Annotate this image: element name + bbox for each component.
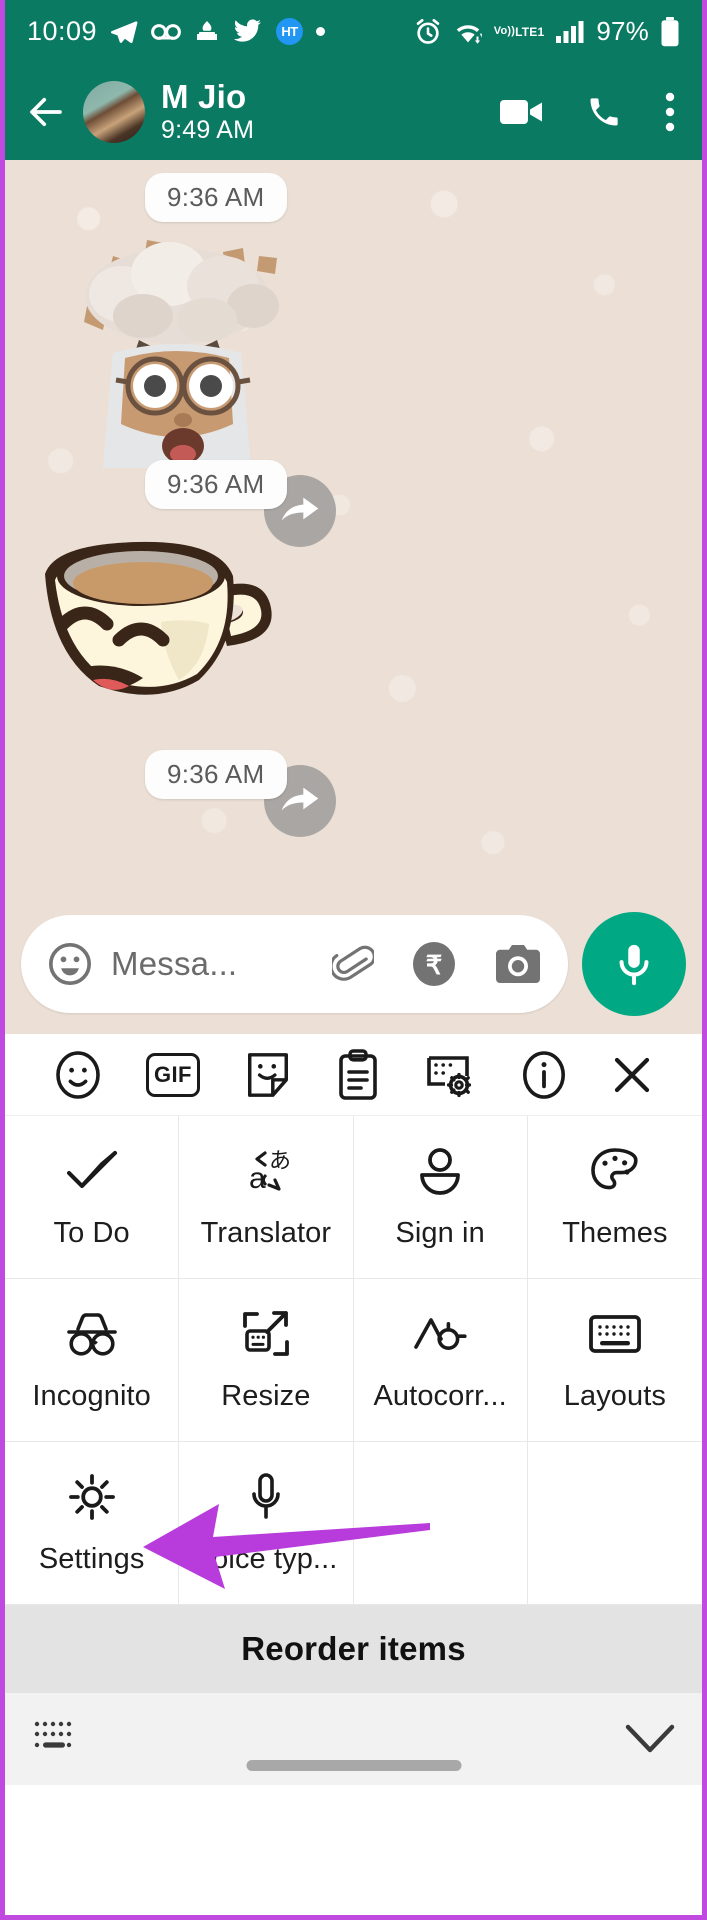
phone-screen: 10:09 HT Vo)) LTE1 97% M Jio 9:49 AM 9:3… [0, 0, 707, 1920]
resize-icon [239, 1308, 293, 1360]
keyboard-toolbar: GIF [5, 1034, 702, 1116]
mind-blown-memoji-sticker[interactable] [47, 218, 307, 473]
gesture-home-bar[interactable] [246, 1760, 461, 1771]
grid-item-resize[interactable]: Resize [179, 1279, 354, 1442]
status-bar-left: 10:09 HT [27, 16, 326, 47]
status-bar: 10:09 HT Vo)) LTE1 97% [5, 0, 702, 63]
gif-icon[interactable]: GIF [145, 1052, 200, 1097]
battery-percent: 97% [596, 16, 649, 46]
grid-item-label: Voice typ... [194, 1542, 338, 1575]
reorder-items-label: Reorder items [241, 1630, 466, 1667]
camera-icon[interactable] [494, 943, 542, 985]
autocorrect-icon [412, 1308, 468, 1360]
mosque-app-icon [194, 19, 220, 45]
grid-item-to-do[interactable]: To Do [5, 1116, 180, 1279]
smiling-coffee-cup-sticker[interactable] [27, 528, 289, 713]
voice-record-button[interactable] [582, 912, 686, 1016]
status-bar-right: Vo)) LTE1 97% [414, 16, 680, 47]
grid-item-label: Layouts [563, 1379, 667, 1412]
grid-item-sign-in[interactable]: Sign in [353, 1116, 528, 1279]
incognito-icon [64, 1308, 120, 1360]
volte-icon: Vo)) LTE1 [493, 24, 545, 39]
voicemail-icon [151, 21, 181, 43]
grid-item-empty [353, 1442, 528, 1605]
grid-item-empty [527, 1442, 702, 1605]
wifi-icon [453, 19, 483, 45]
info-icon[interactable] [521, 1049, 567, 1101]
emoji-icon[interactable] [53, 1049, 103, 1101]
grid-item-label: Sign in [395, 1216, 485, 1249]
message-composer: Messa... ₹ [5, 894, 702, 1034]
notification-dot-icon [316, 27, 326, 36]
keyboard-layouts-icon [587, 1308, 643, 1360]
svg-text:₹: ₹ [426, 950, 443, 980]
status-clock: 10:09 [27, 16, 98, 46]
chevron-down-icon[interactable] [624, 1722, 676, 1756]
ht-news-badge: HT [276, 18, 304, 45]
message-input-container[interactable]: Messa... ₹ [21, 915, 568, 1013]
svg-text:あ: あ [269, 1149, 291, 1174]
header-actions [500, 91, 682, 133]
keyboard-bottom-bar [5, 1693, 702, 1785]
keyboard-panel: GIF To Do a あ Translator Sign in Themes … [5, 1034, 702, 1785]
todo-check-icon [65, 1145, 119, 1197]
telegram-icon [110, 18, 138, 46]
chat-app-header: M Jio 9:49 AM [5, 63, 702, 160]
grid-item-translator[interactable]: aあ Translator [179, 1116, 354, 1279]
gear-icon [67, 1471, 117, 1523]
message-input[interactable]: Messa... [111, 945, 322, 983]
avatar[interactable] [83, 80, 145, 143]
grid-item-label: Autocorr... [373, 1379, 507, 1412]
chat-title-block[interactable]: M Jio 9:49 AM [161, 78, 255, 144]
grid-item-layouts[interactable]: Layouts [527, 1279, 702, 1442]
keyboard-feature-grid: To Do aあ Translator Sign in Themes Incog… [5, 1116, 702, 1605]
person-icon [415, 1145, 465, 1197]
grid-item-label: Incognito [32, 1379, 151, 1412]
grid-item-label: Translator [200, 1216, 332, 1249]
grid-item-incognito[interactable]: Incognito [5, 1279, 180, 1442]
contact-status: 9:49 AM [161, 115, 255, 144]
attachment-clip-icon[interactable] [332, 942, 374, 986]
twitter-icon [233, 18, 263, 45]
alarm-icon [414, 18, 442, 46]
mini-keyboard-icon[interactable] [31, 1716, 85, 1763]
sticker-icon[interactable] [243, 1049, 293, 1101]
grid-item-voice-typing[interactable]: Voice typ... [179, 1442, 354, 1605]
palette-icon [589, 1145, 641, 1197]
grid-item-label: Settings [38, 1542, 145, 1575]
grid-item-themes[interactable]: Themes [527, 1116, 702, 1279]
keyboard-settings-icon[interactable] [424, 1049, 478, 1101]
message-timestamp: 9:36 AM [145, 460, 287, 509]
grid-item-label: Themes [562, 1216, 668, 1249]
reorder-items-button[interactable]: Reorder items [5, 1605, 702, 1693]
signal-bars-icon [555, 20, 585, 44]
grid-item-label: Resize [221, 1379, 311, 1412]
message-timestamp: 9:36 AM [145, 173, 287, 222]
page-title: M Jio [161, 78, 247, 116]
grid-item-autocorrect[interactable]: Autocorr... [353, 1279, 528, 1442]
microphone-icon [244, 1471, 288, 1523]
battery-icon [660, 16, 680, 47]
grid-item-settings[interactable]: Settings [5, 1442, 180, 1605]
message-timestamp: 9:36 AM [145, 750, 287, 799]
clipboard-icon[interactable] [336, 1048, 380, 1101]
translate-icon: aあ [239, 1145, 293, 1197]
grid-item-label: To Do [53, 1216, 130, 1249]
overflow-menu-icon[interactable] [664, 91, 676, 133]
video-call-icon[interactable] [500, 97, 544, 127]
emoji-icon[interactable] [47, 941, 93, 987]
back-arrow-icon[interactable] [25, 91, 67, 133]
close-icon[interactable] [610, 1053, 654, 1097]
rupee-payment-icon[interactable]: ₹ [410, 940, 458, 988]
voice-call-icon[interactable] [586, 94, 622, 130]
chat-message-list[interactable]: 9:36 AM 9:36 AM 9:36 AM [5, 160, 702, 894]
